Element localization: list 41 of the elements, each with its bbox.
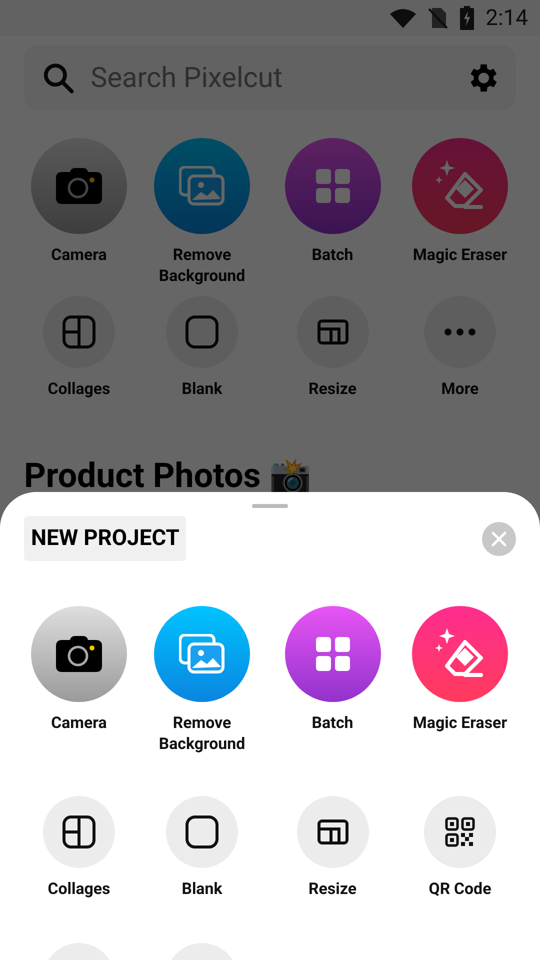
tool-label: More: [441, 378, 479, 399]
grid-icon: [316, 637, 350, 671]
battery-charging-icon: [460, 6, 474, 30]
tool-label: Remove Background: [158, 244, 246, 286]
square-icon: [185, 315, 219, 349]
more-icon: [444, 328, 476, 336]
clock-time: 2:14: [486, 4, 528, 32]
tool-label: Blank: [182, 378, 222, 399]
section-title: Product Photos 📸: [23, 459, 312, 493]
resize-icon: [316, 319, 348, 345]
search-icon: [42, 60, 75, 94]
tool-label: Magic Eraser: [412, 244, 508, 265]
sheet-title: NEW PROJECT: [24, 516, 186, 561]
grid-icon: [316, 169, 350, 203]
tool-label: QR Code: [428, 878, 492, 899]
eraser-icon: [435, 628, 485, 680]
tool-label: Camera: [51, 712, 107, 733]
images-icon: [179, 166, 225, 206]
tool-label: Collages: [48, 878, 110, 899]
tool-label: Resize: [308, 378, 356, 399]
no-sim-icon: [428, 7, 448, 29]
tool-label: Resize: [308, 878, 356, 899]
tool-label: Blank: [182, 878, 222, 899]
camera-icon: [56, 636, 102, 672]
drag-handle[interactable]: [252, 504, 288, 508]
tool-label: Collages: [48, 378, 110, 399]
square-icon: [185, 815, 219, 849]
collage-icon: [62, 315, 96, 349]
tool-label: Remove Background: [158, 712, 246, 754]
close-icon: [491, 530, 507, 546]
tool-label: Batch: [312, 712, 354, 733]
qr-code-icon: [445, 817, 475, 847]
tool-label: Magic Eraser: [412, 712, 508, 733]
eraser-icon: [435, 160, 485, 212]
tool-label: Batch: [312, 244, 354, 265]
wifi-icon: [390, 8, 416, 28]
collage-icon: [62, 815, 96, 849]
images-icon: [179, 634, 225, 674]
camera-icon: [56, 168, 102, 204]
resize-icon: [316, 819, 348, 845]
tool-label: Camera: [51, 244, 107, 265]
